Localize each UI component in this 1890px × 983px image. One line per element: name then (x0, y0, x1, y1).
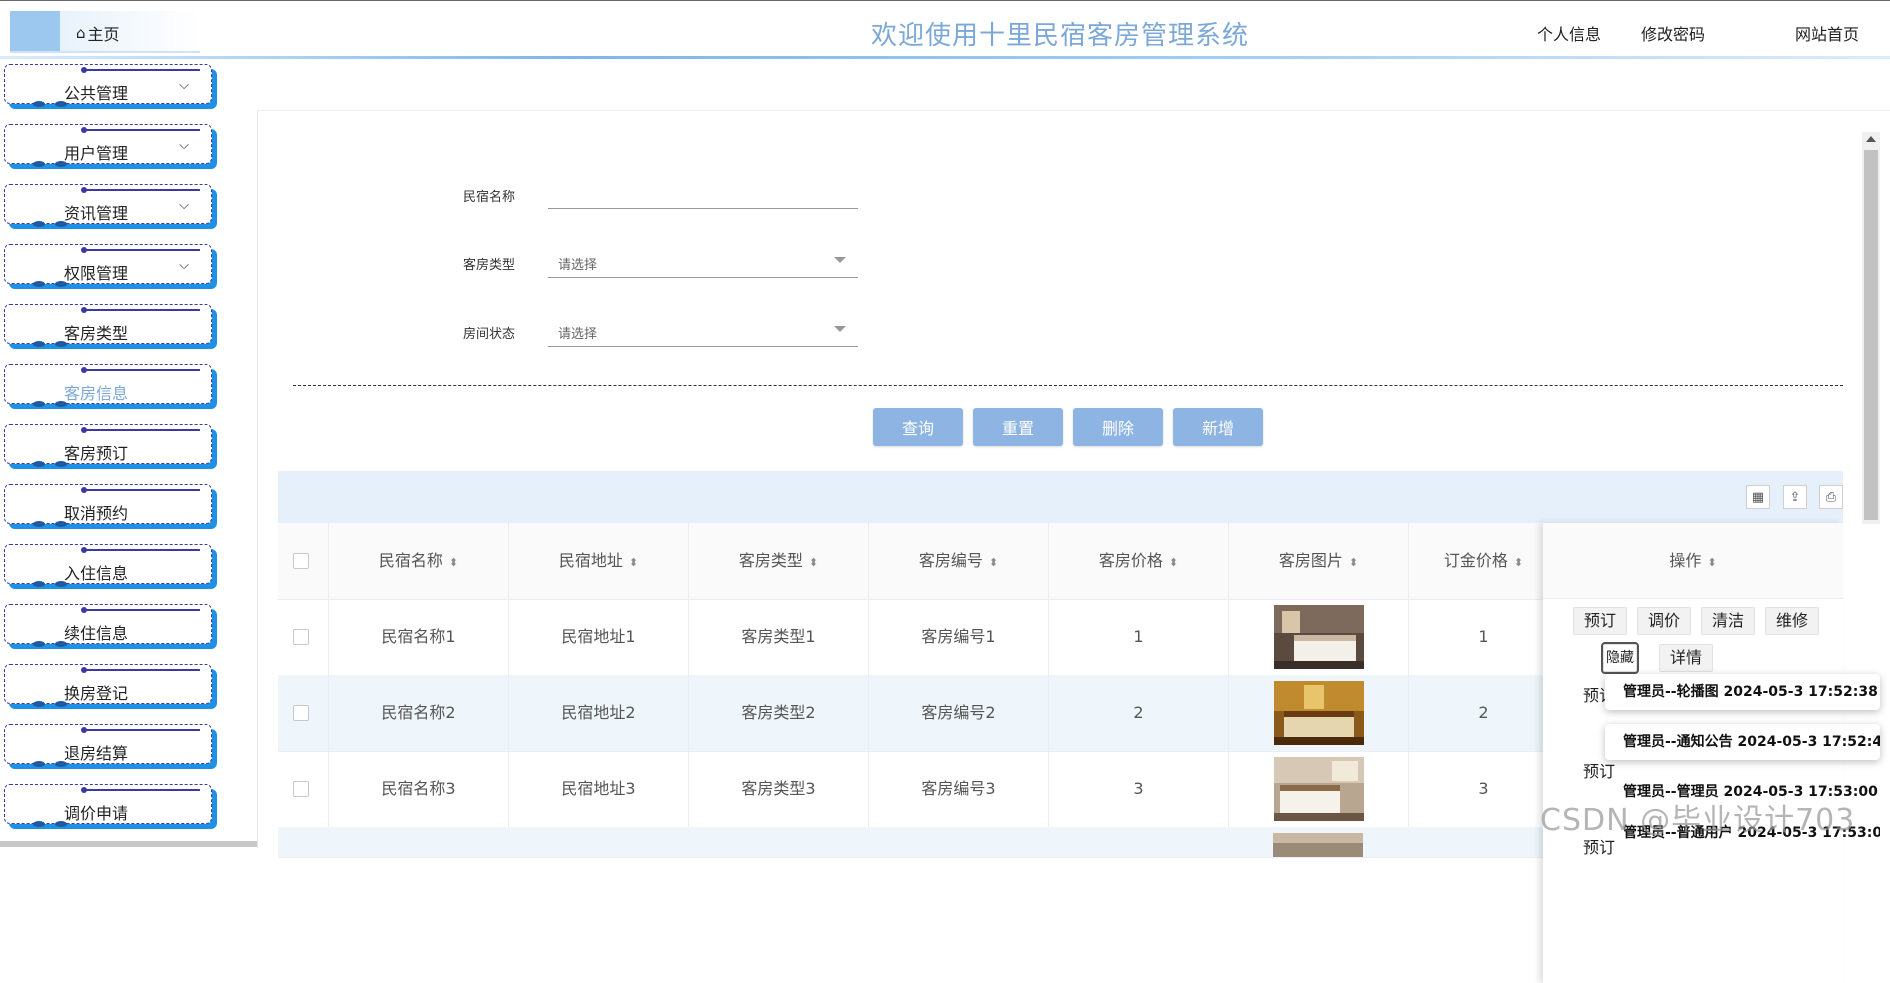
sidebar-item-extend-stay[interactable]: 续住信息 (4, 604, 212, 647)
col-header-price[interactable]: 客房价格 ⬍ (1048, 523, 1228, 599)
cell-address: 民宿地址1 (508, 599, 688, 675)
name-input[interactable] (548, 177, 858, 209)
sidebar-item-checkin[interactable]: 入住信息 (4, 544, 212, 587)
top-header: ⌂ 主页 欢迎使用十里民宿客房管理系统 个人信息 修改密码 网站首页 (0, 0, 1890, 59)
room-image[interactable] (1274, 757, 1364, 821)
cell-number: 客房编号2 (868, 675, 1048, 751)
nav-profile[interactable]: 个人信息 (1537, 21, 1601, 45)
col-header-address[interactable]: 民宿地址 ⬍ (508, 523, 688, 599)
sidebar-item-users[interactable]: 用户管理 ⌵ (4, 124, 212, 167)
chevron-down-icon: ⌵ (179, 258, 189, 273)
caret-down-icon (834, 257, 846, 263)
sort-icon: ⬍ (1513, 556, 1524, 569)
add-button[interactable]: 新增 (1173, 408, 1263, 446)
cell-deposit: 3 (1408, 751, 1558, 827)
sidebar-item-cancel-booking[interactable]: 取消预约 (4, 484, 212, 527)
print-icon[interactable]: ⎙ (1819, 485, 1843, 509)
room-image[interactable] (1273, 833, 1363, 857)
sort-icon: ⬍ (1168, 556, 1179, 569)
sidebar-item-room-booking[interactable]: 客房预订 (4, 424, 212, 467)
name-label: 民宿名称 (463, 190, 516, 205)
cell-name: 民宿名称1 (328, 599, 508, 675)
reset-button[interactable]: 重置 (973, 408, 1063, 446)
sidebar-item-permissions[interactable]: 权限管理 ⌵ (4, 244, 212, 287)
chevron-down-icon: ⌵ (179, 198, 189, 213)
table-toolbar: ▦ ⇪ ⎙ (278, 471, 1843, 523)
adjust-price-button[interactable]: 调价 (1637, 607, 1692, 635)
clean-button[interactable]: 清洁 (1701, 607, 1756, 635)
nav-site-home[interactable]: 网站首页 (1795, 21, 1859, 45)
main-scrollbar[interactable] (1862, 132, 1880, 524)
cell-price: 1 (1048, 599, 1228, 675)
scrollbar-thumb[interactable] (1864, 150, 1878, 520)
delete-button[interactable]: 删除 (1073, 408, 1163, 446)
cell-name: 民宿名称2 (328, 675, 508, 751)
col-header-name[interactable]: 民宿名称 ⬍ (328, 523, 508, 599)
sidebar-item-room-info[interactable]: 客房信息 (4, 364, 212, 407)
cell-image (1228, 599, 1408, 675)
sidebar-item-room-types[interactable]: 客房类型 (4, 304, 212, 347)
type-select-placeholder: 请选择 (558, 258, 598, 273)
book-button[interactable]: 预订 (1573, 607, 1628, 635)
notification-toast[interactable]: 管理员--通知公告 2024-05-3 17:52:48 (1605, 724, 1880, 760)
sort-icon: ⬍ (448, 556, 459, 569)
query-button[interactable]: 查询 (873, 408, 963, 446)
select-all-checkbox[interactable] (293, 553, 309, 569)
sidebar-item-price-request[interactable]: 调价申请 (4, 784, 212, 827)
sidebar-item-public[interactable]: 公共管理 ⌵ (4, 64, 212, 107)
sidebar-item-room-change[interactable]: 换房登记 (4, 664, 212, 707)
export-icon[interactable]: ⇪ (1783, 485, 1807, 509)
sort-icon: ⬍ (988, 556, 999, 569)
status-select[interactable]: 请选择 (548, 313, 858, 347)
col-header-number[interactable]: 客房编号 ⬍ (868, 523, 1048, 599)
cell-type: 客房类型3 (688, 751, 868, 827)
sort-icon: ⬍ (1707, 556, 1717, 569)
cell-number: 客房编号3 (868, 751, 1048, 827)
row-checkbox[interactable] (293, 629, 309, 645)
cell-address: 民宿地址2 (508, 675, 688, 751)
room-image[interactable] (1274, 605, 1364, 669)
row-checkbox[interactable] (293, 705, 309, 721)
cell-type: 客房类型2 (688, 675, 868, 751)
cell-deposit: 1 (1408, 599, 1558, 675)
sort-icon: ⬍ (808, 556, 819, 569)
detail-button[interactable]: 详情 (1659, 644, 1714, 672)
watermark: CSDN @毕业设计703 (1540, 803, 1856, 838)
chevron-down-icon: ⌵ (179, 138, 189, 153)
row-checkbox[interactable] (293, 781, 309, 797)
status-select-placeholder: 请选择 (558, 327, 598, 342)
cell-image (1228, 751, 1408, 827)
type-select[interactable]: 请选择 (548, 244, 858, 278)
caret-down-icon (834, 326, 846, 332)
room-image[interactable] (1274, 681, 1364, 745)
col-header-image[interactable]: 客房图片 ⬍ (1228, 523, 1408, 599)
cell-type: 客房类型1 (688, 599, 868, 675)
sidebar-item-checkout[interactable]: 退房结算 (4, 724, 212, 767)
sort-icon: ⬍ (628, 556, 639, 569)
cell-image (1228, 675, 1408, 751)
page-title: 欢迎使用十里民宿客房管理系统 (870, 21, 1249, 51)
sidebar-item-news[interactable]: 资讯管理 ⌵ (4, 184, 212, 227)
divider (293, 385, 1843, 386)
cell-number: 客房编号1 (868, 599, 1048, 675)
col-header-actions[interactable]: 操作 ⬍ (1543, 523, 1843, 599)
cell-address: 民宿地址3 (508, 751, 688, 827)
col-header-deposit[interactable]: 订金价格 ⬍ (1408, 523, 1558, 599)
cell-name: 民宿名称3 (328, 751, 508, 827)
cell-deposit: 2 (1408, 675, 1558, 751)
hide-button[interactable]: 隐藏 (1601, 642, 1639, 674)
scroll-up-icon[interactable] (1866, 136, 1876, 142)
cell-price: 2 (1048, 675, 1228, 751)
repair-button[interactable]: 维修 (1765, 607, 1820, 635)
col-header-type[interactable]: 客房类型 ⬍ (688, 523, 868, 599)
notification-toast[interactable]: 管理员--轮播图 2024-05-3 17:52:38 (1605, 674, 1880, 710)
status-label: 房间状态 (463, 327, 516, 342)
type-label: 客房类型 (463, 258, 516, 273)
sort-icon: ⬍ (1348, 556, 1359, 569)
columns-icon[interactable]: ▦ (1746, 485, 1770, 509)
cell-price: 3 (1048, 751, 1228, 827)
nav-change-password[interactable]: 修改密码 (1641, 21, 1705, 45)
chevron-down-icon: ⌵ (179, 78, 189, 93)
